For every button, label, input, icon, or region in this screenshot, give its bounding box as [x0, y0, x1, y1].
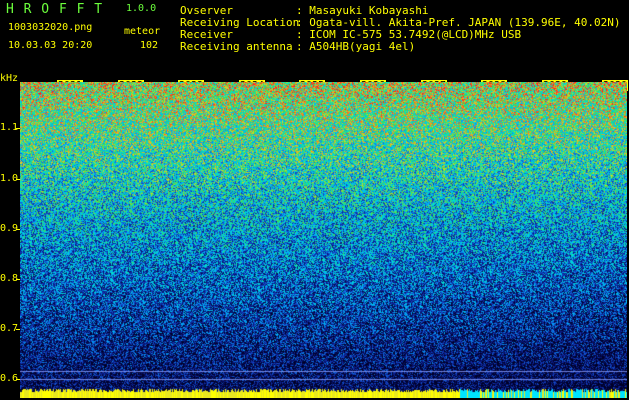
capture-datetime: 10.03.03 20:20: [8, 40, 93, 51]
observation-mode: meteor: [124, 26, 161, 37]
location-label: Receiving Location: [180, 16, 300, 29]
meteor-count: 102: [140, 40, 159, 51]
observer-label: Ovserver: [180, 4, 233, 17]
spectrogram-canvas: [20, 82, 627, 398]
image-filename: 1003032020.png: [8, 22, 93, 33]
app-title: H R O F F T: [6, 2, 104, 17]
app-version: 1.0.0: [126, 3, 157, 14]
antenna-value: : A504HB(yagi 4el): [296, 40, 416, 53]
location-value: : Ogata-vill. Akita-Pref. JAPAN (139.96E…: [296, 16, 621, 29]
antenna-label: Receiving antenna: [180, 40, 293, 53]
y-axis-unit: kHz: [0, 73, 19, 84]
receiver-label: Receiver: [180, 28, 233, 41]
observer-value: : Masayuki Kobayashi: [296, 4, 429, 17]
receiver-value: : ICOM IC-575 53.7492(@LCD)MHz USB: [296, 28, 522, 41]
